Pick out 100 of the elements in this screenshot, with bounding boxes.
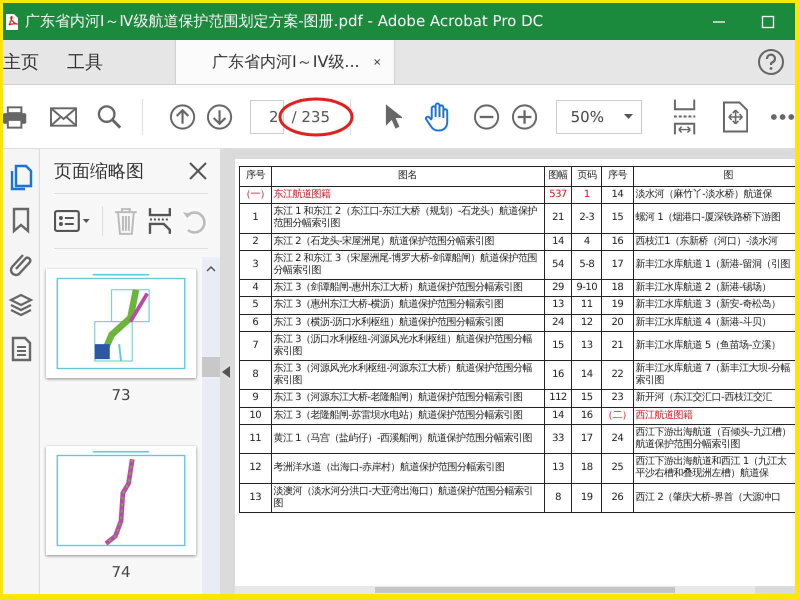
arrow-up-circle-icon[interactable]: [169, 102, 196, 130]
page-number: 74: [111, 563, 131, 581]
window-title: 广东省内河Ⅰ～Ⅳ级航道保护范围划定方案-图册.pdf - Adobe Acrobat Pro DC: [25, 12, 544, 31]
scrollbar[interactable]: [235, 586, 755, 594]
table-cell: 西江航道图籍: [633, 407, 795, 424]
table-cell: 10: [240, 407, 271, 424]
table-cell: 东江 1 和东江 2（东江口-东江大桥（规划）-石龙头）航道保护范围分幅索引图: [271, 204, 544, 234]
table-cell: 26: [602, 483, 634, 512]
table-cell: 33: [544, 424, 572, 454]
table-cell: 新开河（东江交汇口-西枝江交汇: [633, 390, 795, 408]
page-tool-icon[interactable]: [722, 100, 748, 132]
table-cell: 13: [240, 483, 271, 512]
table-cell: 新丰江水库航道 7（新丰江大坝-分幅索引图: [633, 360, 795, 390]
table-cell: 12: [240, 454, 271, 484]
table-cell: 5-8: [572, 250, 602, 280]
close-icon[interactable]: [374, 57, 380, 67]
table-cell: 18: [602, 280, 634, 297]
pdf-icon: [5, 12, 19, 30]
table-cell: 西江下游出海航道（百倾头-九江槽）航道保护范围分幅索引图: [633, 424, 795, 454]
table-cell: 11: [572, 296, 602, 314]
arrow-down-circle-icon[interactable]: [206, 102, 234, 130]
table-cell: 18: [572, 454, 602, 484]
page-split-icon[interactable]: [148, 207, 172, 235]
page-number-field[interactable]: 2: [250, 100, 284, 134]
column-header: 图: [633, 166, 795, 186]
tab[interactable]: 工具: [53, 40, 117, 84]
zoom-dropdown[interactable]: 50%: [556, 100, 642, 134]
column-header: 图名: [271, 166, 544, 186]
table-cell: 16: [572, 407, 602, 424]
table-cell: 新丰江水库航道 2（新港-锡场）: [633, 280, 795, 297]
search-icon[interactable]: [97, 104, 122, 130]
table-cell: 537: [544, 186, 572, 204]
page-thumbnail[interactable]: [46, 446, 196, 555]
column-header: 页码: [572, 166, 602, 186]
table-cell: 16: [602, 233, 634, 250]
table-cell: 东江 3（沥口水利枢纽-河源风光水利枢纽）航道保护范围分幅索引图: [271, 331, 544, 361]
table-cell: 21: [602, 331, 634, 361]
tab[interactable]: 主页: [3, 40, 53, 84]
zoom-in-icon[interactable]: [510, 102, 538, 130]
table-cell: 东江 3（河源东江大桥-老隆船闸）航道保护范围分幅索引图: [271, 390, 544, 408]
fit-page-icon[interactable]: [672, 98, 697, 136]
panel-title: 页面缩略图: [54, 160, 144, 183]
table-cell: 25: [602, 454, 634, 484]
table-cell: 黄江 1（马宫（盐屿仔）-西溪船闸）航道保护范围分幅索引图: [271, 424, 544, 454]
table-cell: 5: [240, 296, 271, 314]
table-cell: 淡水河（麻竹丫-淡水桥）航道保: [633, 186, 795, 204]
table-cell: 14: [572, 360, 602, 390]
caret-icon: [624, 114, 633, 119]
page-thumbnail[interactable]: [46, 269, 196, 378]
table-cell: 15: [572, 390, 602, 408]
table-cell: 8: [544, 483, 572, 512]
table-cell: 14: [544, 407, 572, 424]
table-cell: 21: [544, 204, 572, 234]
more-icon[interactable]: [770, 112, 795, 120]
table-cell: 7: [240, 331, 271, 361]
table-cell: 4: [572, 233, 602, 250]
table-cell: 西枝江1（东新桥（河口）-淡水河: [633, 233, 795, 250]
table-cell: 15: [544, 331, 572, 361]
table-cell: 2-3: [572, 204, 602, 234]
table-cell: （一）: [240, 186, 271, 204]
table-cell: 14: [602, 186, 634, 204]
table-cell: 17: [602, 250, 634, 280]
table-cell: 15: [602, 204, 634, 234]
table-cell: 东江 3（惠州东江大桥-横沥）航道保护范围分幅索引图: [271, 296, 544, 314]
table-cell: 东江 3（河源风光水利枢纽-河源东江大桥）航道保护范围分幅索引图: [271, 360, 544, 390]
table-cell: 1: [572, 186, 602, 204]
scrollbar[interactable]: [202, 257, 220, 594]
table-cell: 东江航道图籍: [271, 186, 544, 204]
table-cell: 16: [544, 360, 572, 390]
column-header: 序号: [602, 166, 634, 186]
page-count: / 235: [292, 108, 330, 126]
table-cell: 24: [544, 314, 572, 332]
print-icon[interactable]: [3, 104, 28, 130]
column-header: 图幅: [544, 166, 572, 186]
table-cell: 9: [240, 390, 271, 408]
page-number: 73: [111, 386, 131, 404]
collapse-arrow-icon[interactable]: [222, 366, 230, 378]
pages-icon[interactable]: [8, 163, 34, 191]
table-cell: 新丰江水库航道 3（新安-奇松岛）: [633, 296, 795, 314]
help-icon[interactable]: [757, 48, 785, 76]
table-cell: 17: [572, 424, 602, 454]
table-cell: 3: [240, 250, 271, 280]
table-cell: 14: [544, 233, 572, 250]
table-cell: 13: [544, 296, 572, 314]
table-cell: 淡澳河（淡水河分洪口-大亚湾出海口）航道保护范围分幅索引图: [271, 483, 544, 512]
table-cell: 112: [544, 390, 572, 408]
options-icon[interactable]: [54, 209, 92, 233]
table-cell: 东江 3（横沥-沥口水利枢纽）航道保护范围分幅索引图: [271, 314, 544, 332]
table-cell: 22: [602, 360, 634, 390]
close-icon[interactable]: [188, 161, 208, 181]
table-cell: 4: [240, 280, 271, 297]
table-cell: 9-10: [572, 280, 602, 297]
mail-icon[interactable]: [50, 106, 78, 128]
table-cell: （二）: [602, 407, 634, 424]
tab[interactable]: 广东省内河I～IV级...: [175, 40, 395, 84]
zoom-out-icon[interactable]: [473, 102, 501, 130]
table-cell: 西江下游出海航道和西江 1（九江太平沙右槽和叠现洲左槽）航道保: [633, 454, 795, 484]
table-cell: 13: [544, 454, 572, 484]
table-cell: 东江 3（剑谭船闸-惠州东江大桥）航道保护范围分幅索引图: [271, 280, 544, 297]
table-cell: 东江 2（石龙头-宋屋洲尾）航道保护范围分幅索引图: [271, 233, 544, 250]
